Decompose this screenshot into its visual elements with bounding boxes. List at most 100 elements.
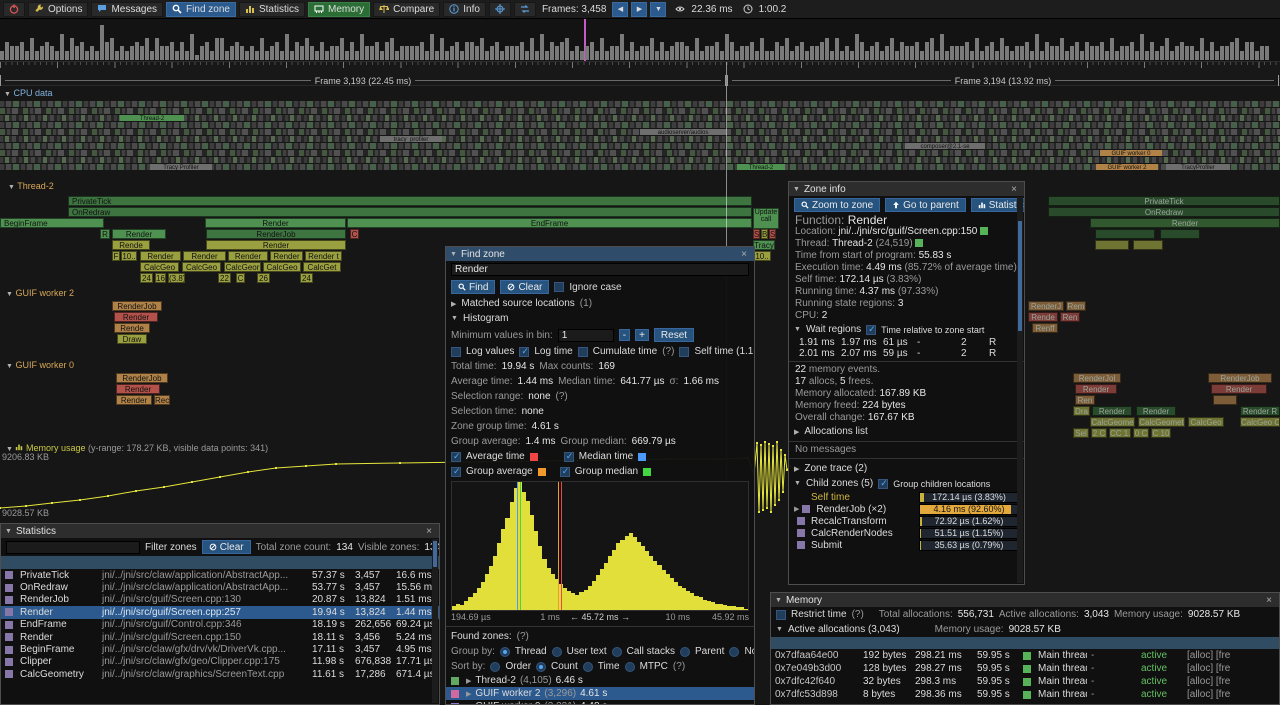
frame-bar[interactable] [465, 42, 469, 60]
close-icon[interactable]: × [1263, 595, 1275, 606]
frame-bar[interactable] [825, 38, 829, 60]
wait-region-row[interactable]: 1.91 ms1.97 ms61 µs-2R [789, 337, 1024, 348]
frame-bar[interactable] [445, 51, 449, 60]
timeline-zone[interactable]: Render [206, 240, 346, 250]
cumulate-time-checkbox[interactable] [578, 347, 588, 357]
frame-bar[interactable] [125, 51, 129, 60]
timeline-zone[interactable]: CalcGeomet [1138, 417, 1185, 427]
cpu-row[interactable] [0, 136, 1280, 142]
frame-bar[interactable] [360, 34, 364, 60]
frame-bar[interactable] [760, 38, 764, 60]
frame-bar[interactable] [350, 42, 354, 60]
timeline-zone[interactable]: Render [1075, 384, 1117, 394]
timeline-zone[interactable]: 22 [218, 273, 231, 283]
frame-bar[interactable] [1110, 38, 1114, 60]
frame-bar[interactable] [365, 46, 369, 60]
timeline-zone[interactable]: CalcGeo [140, 262, 179, 272]
frame-bar[interactable] [560, 42, 564, 60]
cpu-row[interactable] [0, 108, 1280, 114]
active-allocations-toggle[interactable]: ▼Active allocations (3,043) Memory usage… [771, 622, 1279, 637]
timeline-zone[interactable]: Rende [112, 240, 150, 250]
frame-bar[interactable] [880, 51, 884, 60]
timeline-zone[interactable]: CalcGeo [182, 262, 221, 272]
show-median-checkbox[interactable] [564, 452, 574, 462]
frame-bar[interactable] [990, 42, 994, 60]
frame-bar[interactable] [1000, 38, 1004, 60]
frame-bar[interactable] [520, 42, 524, 60]
frame-bar[interactable] [440, 38, 444, 60]
frame-bar[interactable] [295, 42, 299, 60]
frame-bar[interactable] [685, 46, 689, 60]
time-relative-checkbox[interactable] [866, 325, 876, 335]
statistics-row[interactable]: RenderJob jni/../jni/src/guif/Screen.cpp… [1, 594, 439, 606]
cpu-row[interactable] [0, 115, 1280, 121]
prev-frame-button[interactable]: ◀ [612, 2, 628, 17]
info-button[interactable]: Info [443, 2, 486, 17]
frame-bar[interactable] [1045, 42, 1049, 60]
frame-bar[interactable] [700, 51, 704, 60]
frame-bar[interactable] [435, 51, 439, 60]
frame-bar[interactable] [1170, 51, 1174, 60]
frame-bar[interactable] [65, 51, 69, 60]
timeline-zone[interactable]: Render [114, 312, 158, 322]
frame-bar[interactable] [995, 51, 999, 60]
frame-bar[interactable] [940, 34, 944, 60]
frame-bar[interactable] [280, 51, 284, 60]
frame-bar[interactable] [1155, 51, 1159, 60]
frame-bar[interactable] [1055, 46, 1059, 60]
frame-bar[interactable] [425, 51, 429, 60]
frame-bar[interactable] [1210, 42, 1214, 60]
messages-button[interactable]: Messages [91, 2, 163, 17]
ignore-case-checkbox[interactable] [554, 282, 564, 292]
frame-bar[interactable] [1070, 46, 1074, 60]
frame-bar[interactable] [905, 46, 909, 60]
frame-bar[interactable] [345, 51, 349, 60]
found-zone-group-row[interactable]: ▶ GUIF worker 0(3,231)4.48 s [446, 700, 754, 705]
timeline-zone[interactable]: Render [228, 251, 268, 261]
sort-by-mtpc-radio[interactable] [625, 662, 635, 672]
frame-bar[interactable] [100, 25, 104, 60]
frame-bar[interactable] [270, 46, 274, 60]
frame-bar[interactable] [330, 46, 334, 60]
frame-bar[interactable] [130, 46, 134, 60]
frame-bar[interactable] [505, 46, 509, 60]
frame-bar[interactable] [1200, 38, 1204, 60]
timeline-zone[interactable]: Draw [117, 334, 147, 344]
timeline-zone[interactable]: 10.. [753, 251, 771, 261]
cpu-data-section-label[interactable]: ▼ CPU data [4, 88, 52, 98]
timeline-zone[interactable]: RenderJob [1208, 373, 1272, 383]
frame-bar[interactable] [380, 51, 384, 60]
zone-info-scrollbar[interactable] [1017, 197, 1023, 583]
frame-bar[interactable] [1065, 51, 1069, 60]
frame-bar[interactable] [890, 38, 894, 60]
find-zone-histogram[interactable] [451, 481, 749, 611]
frame-bar[interactable] [1095, 46, 1099, 60]
find-zone-query-input[interactable] [451, 263, 749, 276]
frame-bar[interactable] [50, 46, 54, 60]
min-bin-decrement[interactable]: - [619, 329, 630, 341]
frame-bar[interactable] [835, 38, 839, 60]
group-by-none-radio[interactable] [729, 647, 739, 657]
close-icon[interactable]: × [423, 526, 435, 537]
frame-bar[interactable] [470, 42, 474, 60]
frame-bar[interactable] [85, 51, 89, 60]
frame-bar[interactable] [1030, 51, 1034, 60]
frame-bar[interactable] [500, 51, 504, 60]
timeline-zone[interactable]: CalcGeor [224, 262, 261, 272]
frame-bar[interactable] [105, 42, 109, 60]
frame-bar[interactable] [790, 51, 794, 60]
frame-bar[interactable] [1220, 46, 1224, 60]
cpu-row[interactable] [0, 150, 1280, 156]
collapse-icon[interactable]: ▼ [450, 251, 457, 258]
frame-bar[interactable] [160, 46, 164, 60]
frame-bar[interactable] [1105, 51, 1109, 60]
options-button[interactable]: Options [28, 2, 88, 17]
frame-bar[interactable] [250, 46, 254, 60]
statistics-scrollbar[interactable] [432, 539, 438, 703]
timeline-zone[interactable]: Rem [1066, 301, 1086, 311]
frame-bar[interactable] [680, 42, 684, 60]
frame-bar[interactable] [1075, 42, 1079, 60]
child-zone-row[interactable]: ▶ RenderJob (×2) 4.16 ms (92.60%) [789, 503, 1024, 515]
timeline-zone[interactable]: CC 1. [1109, 428, 1131, 438]
timeline-zone[interactable]: Rende [1028, 312, 1058, 322]
